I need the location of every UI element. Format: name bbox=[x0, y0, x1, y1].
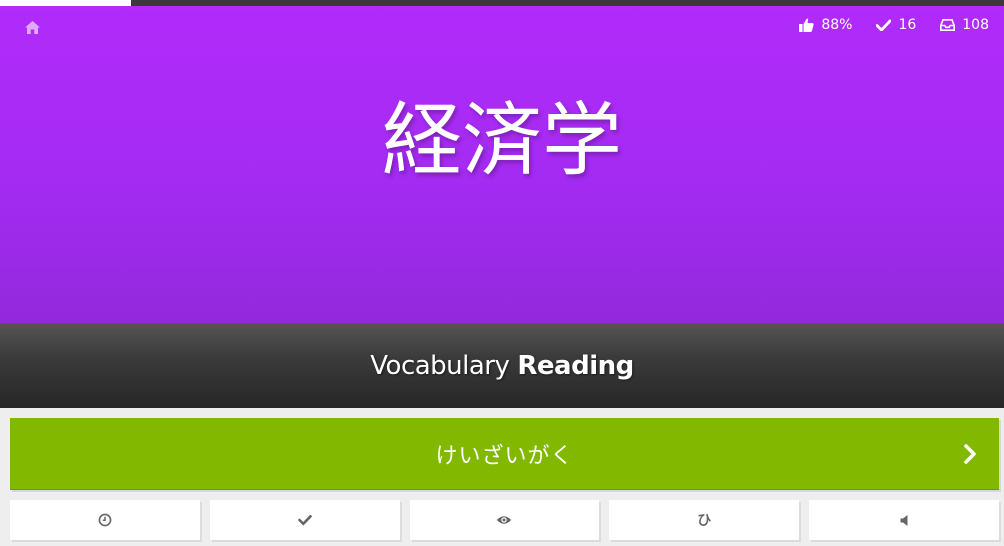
answer-input[interactable] bbox=[10, 418, 999, 489]
question-category: Vocabulary bbox=[370, 350, 510, 381]
inbox-icon bbox=[940, 19, 956, 31]
stat-percent-correct: 88% bbox=[799, 17, 852, 33]
check-icon bbox=[876, 19, 892, 31]
thumbs-up-icon bbox=[799, 18, 814, 32]
chevron-right-icon bbox=[964, 444, 976, 464]
additional-content-buttons: ひ bbox=[10, 500, 999, 540]
clock-icon bbox=[98, 513, 112, 527]
eye-icon bbox=[497, 516, 512, 524]
character-area: 88% 16 108 経済学 bbox=[0, 6, 1004, 323]
audio-button[interactable] bbox=[809, 500, 999, 540]
question-kind: Reading bbox=[517, 350, 634, 381]
item-info-button[interactable] bbox=[209, 500, 400, 540]
check-icon bbox=[297, 515, 312, 526]
last-items-button[interactable] bbox=[10, 500, 200, 540]
kana-button[interactable]: ひ bbox=[609, 500, 800, 540]
available-count: 108 bbox=[962, 17, 989, 33]
review-page: 88% 16 108 経済学 Vocabulary Reading けいざいがく… bbox=[0, 0, 1004, 546]
character: 経済学 bbox=[382, 94, 622, 187]
percent-correct-value: 88% bbox=[821, 17, 853, 33]
completed-count: 16 bbox=[898, 17, 917, 33]
answer-form bbox=[10, 418, 999, 490]
audio-icon bbox=[900, 514, 908, 526]
home-icon bbox=[24, 20, 40, 34]
home-button[interactable] bbox=[23, 18, 41, 36]
show-answer-button[interactable] bbox=[409, 500, 600, 540]
stat-completed: 16 bbox=[876, 17, 916, 33]
stats: 88% 16 108 bbox=[775, 17, 989, 33]
stat-available: 108 bbox=[940, 17, 989, 33]
question-type: Vocabulary Reading bbox=[0, 323, 1004, 408]
hiragana-icon: ひ bbox=[697, 513, 712, 529]
submit-answer-button[interactable] bbox=[958, 442, 982, 466]
